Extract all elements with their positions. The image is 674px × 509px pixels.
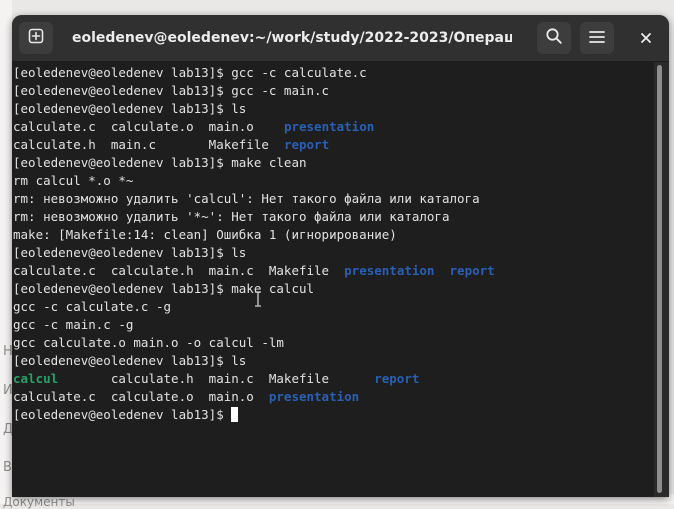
- terminal-text: calculate.h main.c Makefile: [58, 371, 375, 386]
- terminal-line: [eoledenev@eoledenev lab13]$ gcc -c calc…: [13, 64, 495, 82]
- new-tab-icon: [28, 28, 44, 48]
- terminal-text: [eoledenev@eoledenev lab13]$ make clean: [13, 155, 307, 170]
- terminal-text: gcc calculate.o main.o -o calcul -lm: [13, 335, 284, 350]
- terminal-text: [eoledenev@eoledenev lab13]$ ls: [13, 101, 247, 116]
- terminal-text: make: [Makefile:14: clean] Ошибка 1 (игн…: [13, 227, 397, 242]
- menu-button[interactable]: [580, 22, 614, 54]
- terminal-line: calculate.c calculate.h main.c Makefile …: [13, 262, 495, 280]
- scrollbar-thumb[interactable]: [657, 65, 662, 493]
- terminal-text: gcc -c main.c -g: [13, 317, 134, 332]
- terminal-text: rm: невозможно удалить 'calcul': Нет так…: [13, 191, 480, 206]
- scrollbar[interactable]: [656, 65, 664, 493]
- terminal-text: [eoledenev@eoledenev lab13]$ gcc -c main…: [13, 83, 330, 98]
- terminal-line: calculate.c calculate.o main.o presentat…: [13, 118, 495, 136]
- terminal-cursor: [231, 407, 239, 422]
- close-button[interactable]: [635, 27, 657, 49]
- background-documents-label: Документы: [3, 495, 75, 509]
- terminal-line: rm calcul *.o *~: [13, 172, 495, 190]
- terminal-line: gcc -c main.c -g: [13, 316, 495, 334]
- terminal-line: rm: невозможно удалить '*~': Нет такого …: [13, 208, 495, 226]
- new-tab-button[interactable]: [19, 22, 53, 54]
- terminal-line: [eoledenev@eoledenev lab13]$ make clean: [13, 154, 495, 172]
- terminal-text: gcc -c calculate.c -g: [13, 299, 172, 314]
- terminal-text: [eoledenev@eoledenev lab13]$ ls: [13, 245, 247, 260]
- window-title: eoledenev@eoledenev:~/work/study/2022-20…: [72, 30, 512, 46]
- terminal-line: [eoledenev@eoledenev lab13]$ ls: [13, 352, 495, 370]
- terminal-line: calcul calculate.h main.c Makefile repor…: [13, 370, 495, 388]
- close-icon: [640, 29, 652, 48]
- terminal-line: calculate.c calculate.o main.o presentat…: [13, 388, 495, 406]
- terminal-lines: [eoledenev@eoledenev lab13]$ gcc -c calc…: [13, 64, 495, 424]
- terminal-text: [eoledenev@eoledenev lab13]$ gcc -c calc…: [13, 65, 367, 80]
- terminal-line: [eoledenev@eoledenev lab13]$ ls: [13, 100, 495, 118]
- terminal-line: [eoledenev@eoledenev lab13]$: [13, 406, 495, 424]
- headerbar: eoledenev@eoledenev:~/work/study/2022-20…: [12, 15, 669, 62]
- terminal-line: make: [Makefile:14: clean] Ошибка 1 (игн…: [13, 226, 495, 244]
- terminal-line: [eoledenev@eoledenev lab13]$ ls: [13, 244, 495, 262]
- terminal-line: [eoledenev@eoledenev lab13]$ gcc -c main…: [13, 82, 495, 100]
- terminal-text: [eoledenev@eoledenev lab13]$ make calcul: [13, 281, 315, 296]
- terminal-text: calculate.c calculate.o main.o: [13, 119, 284, 134]
- directory-entry: presentation: [344, 263, 435, 278]
- terminal-text: rm: невозможно удалить '*~': Нет такого …: [13, 209, 450, 224]
- directory-entry: report: [449, 263, 495, 278]
- terminal-text: rm calcul *.o *~: [13, 173, 134, 188]
- terminal-line: gcc calculate.o main.o -o calcul -lm: [13, 334, 495, 352]
- directory-entry: presentation: [268, 389, 360, 404]
- executable-entry: calcul: [13, 371, 59, 386]
- terminal-text: calculate.h main.c Makefile: [13, 137, 284, 152]
- hamburger-menu-icon: [589, 29, 605, 48]
- terminal-text: calculate.c calculate.h main.c Makefile: [13, 263, 345, 278]
- terminal-window: eoledenev@eoledenev:~/work/study/2022-20…: [12, 15, 669, 497]
- search-icon: [545, 27, 563, 49]
- search-button[interactable]: [537, 22, 571, 54]
- terminal-text: [eoledenev@eoledenev lab13]$: [13, 407, 232, 422]
- directory-entry: report: [374, 371, 420, 386]
- terminal-line: rm: невозможно удалить 'calcul': Нет так…: [13, 190, 495, 208]
- terminal-output[interactable]: [eoledenev@eoledenev lab13]$ gcc -c calc…: [12, 62, 654, 497]
- directory-entry: presentation: [283, 119, 375, 134]
- directory-entry: report: [283, 137, 330, 152]
- terminal-line: calculate.h main.c Makefile report: [13, 136, 495, 154]
- terminal-text: calculate.c calculate.o main.o: [13, 389, 269, 404]
- terminal-text: [eoledenev@eoledenev lab13]$ ls: [13, 353, 247, 368]
- background-text-fragment: В: [3, 460, 12, 475]
- text-cursor-ibeam-icon: [254, 291, 262, 311]
